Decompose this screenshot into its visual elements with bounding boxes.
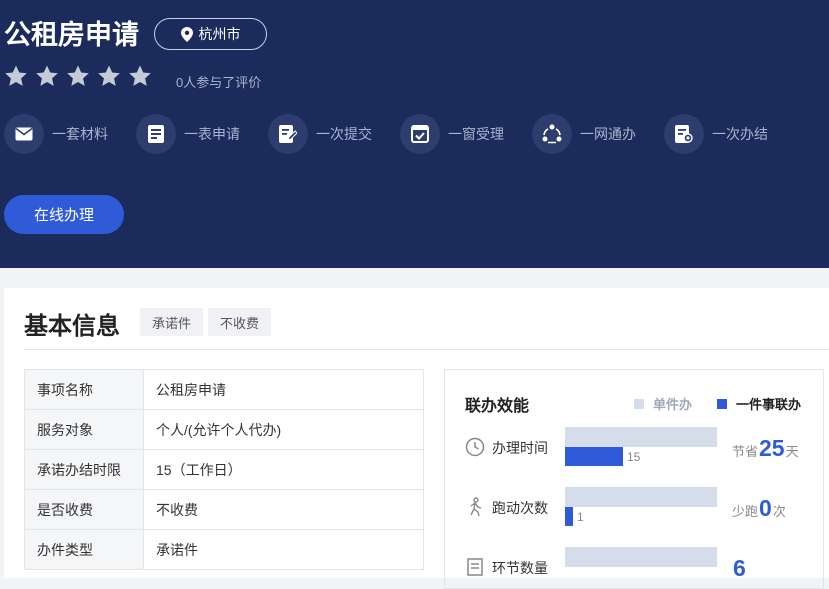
saving-value: 0	[759, 495, 772, 521]
saving-prefix: 节省	[732, 444, 759, 459]
row-key: 是否收费	[24, 489, 144, 530]
clock-icon	[465, 437, 485, 457]
bar-value: 15	[627, 450, 641, 464]
metric-label: 办理时间	[492, 440, 548, 456]
city-label: 杭州市	[198, 26, 241, 42]
tag-commitment: 承诺件	[140, 308, 204, 336]
row-key: 事项名称	[24, 369, 144, 410]
table-row: 承诺办结时限 15（工作日）	[24, 449, 424, 490]
saving-value: 25	[759, 435, 785, 461]
metric-row: 环节数量 6	[465, 547, 820, 587]
row-key: 承诺办结时限	[24, 449, 144, 490]
star-icon[interactable]	[4, 64, 28, 88]
tag-free: 不收费	[208, 308, 272, 336]
feature-item: 一套材料	[4, 114, 108, 154]
metric-label: 环节数量	[492, 560, 548, 576]
row-value: 个人/(允许个人代办)	[143, 409, 424, 450]
row-value: 不收费	[143, 489, 424, 530]
feature-label: 一套材料	[52, 126, 108, 142]
star-icon[interactable]	[35, 64, 59, 88]
single-bar	[565, 547, 717, 567]
panel-title: 联办效能	[465, 398, 530, 415]
star-icon[interactable]	[97, 64, 121, 88]
saving-suffix: 次	[772, 504, 786, 519]
divider	[24, 349, 829, 350]
row-value: 承诺件	[143, 529, 424, 570]
feature-label: 一次办结	[712, 126, 768, 142]
feature-label: 一次提交	[316, 126, 372, 142]
location-pin-icon	[180, 26, 193, 42]
feature-label: 一窗受理	[448, 126, 504, 142]
row-key: 服务对象	[24, 409, 144, 450]
doc-seal-icon	[664, 114, 704, 154]
single-bar	[565, 487, 717, 507]
legend-joint: 一件事联办	[717, 394, 801, 413]
row-key: 办件类型	[24, 529, 144, 570]
single-bar	[565, 427, 717, 447]
legend-swatch	[634, 398, 644, 409]
feature-item: 一表申请	[136, 114, 240, 154]
saving-suffix: 天	[785, 444, 799, 459]
saving: 6	[732, 555, 747, 582]
metric-row: 办理时间 15 节省 25 天	[465, 427, 820, 467]
page-title: 公租房申请	[4, 20, 139, 50]
envelope-icon	[4, 114, 44, 154]
basic-info-card: 基本信息 承诺件 不收费 事项名称 公租房申请 服务对象 个人/(允许个人代办)…	[4, 288, 829, 589]
metric-label: 跑动次数	[492, 500, 548, 516]
row-value: 15（工作日）	[143, 449, 424, 490]
table-row: 服务对象 个人/(允许个人代办)	[24, 409, 424, 450]
row-value: 公租房申请	[143, 369, 424, 410]
rating-stars[interactable]	[4, 64, 159, 88]
feature-label: 一网通办	[580, 126, 636, 142]
star-icon[interactable]	[66, 64, 90, 88]
table-row: 事项名称 公租房申请	[24, 369, 424, 410]
form-icon	[136, 114, 176, 154]
saving-prefix: 少跑	[732, 504, 759, 519]
walk-icon	[470, 497, 482, 517]
city-selector[interactable]: 杭州市	[154, 18, 267, 50]
table-row: 办件类型 承诺件	[24, 529, 424, 570]
legend-label: 一件事联办	[736, 397, 802, 412]
service-header: 公租房申请 杭州市 0人参与了评价 一套材料 一表申请 一次提交 一窗受理 一网…	[0, 0, 829, 268]
apply-online-button[interactable]: 在线办理	[4, 195, 124, 234]
star-icon[interactable]	[128, 64, 152, 88]
edit-doc-icon	[268, 114, 308, 154]
saving-value: 6	[733, 555, 746, 581]
legend-label: 单件办	[653, 397, 693, 412]
list-icon	[467, 558, 483, 576]
section-title: 基本信息	[24, 313, 120, 340]
network-cycle-icon	[532, 114, 572, 154]
joint-bar	[565, 447, 623, 466]
window-check-icon	[400, 114, 440, 154]
info-table: 事项名称 公租房申请 服务对象 个人/(允许个人代办) 承诺办结时限 15（工作…	[24, 369, 424, 570]
joint-bar	[565, 507, 573, 526]
feature-item: 一窗受理	[400, 114, 504, 154]
efficiency-panel: 联办效能 单件办 一件事联办 办理时间 15 节省 25 天 跑动次数 1 少跑…	[444, 369, 824, 589]
saving: 节省 25 天	[732, 435, 799, 462]
feature-item: 一次办结	[664, 114, 768, 154]
feature-item: 一次提交	[268, 114, 372, 154]
bar-value: 1	[577, 510, 584, 524]
legend-swatch	[717, 398, 727, 409]
table-row: 是否收费 不收费	[24, 489, 424, 530]
metric-row: 跑动次数 1 少跑 0 次	[465, 487, 820, 527]
feature-item: 一网通办	[532, 114, 636, 154]
legend-single: 单件办	[634, 394, 692, 413]
rating-count: 0人参与了评价	[176, 75, 262, 90]
saving: 少跑 0 次	[732, 495, 786, 522]
feature-label: 一表申请	[184, 126, 240, 142]
